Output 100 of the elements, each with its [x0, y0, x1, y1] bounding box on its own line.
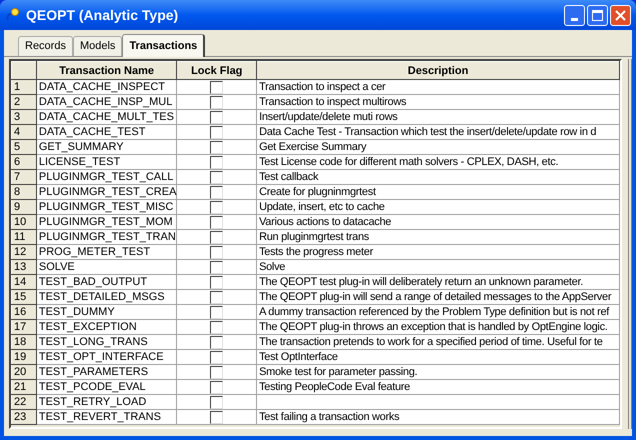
row-number: 12 — [12, 244, 36, 260]
table-cell: DATA_CACHE_INSP_MUL — [36, 94, 177, 110]
row-number: 23 — [12, 410, 36, 424]
table-cell: TEST_DETAILED_MSGS — [36, 290, 177, 304]
close-button[interactable] — [610, 4, 631, 26]
table-cell: PLUGINMGR_TEST_MISC — [36, 200, 177, 214]
row-number: 14 — [12, 274, 36, 290]
checkbox[interactable] — [210, 140, 224, 154]
checkbox[interactable] — [210, 126, 224, 138]
checkbox[interactable] — [210, 156, 224, 168]
table-cell: LICENSE_TEST — [36, 154, 177, 170]
table-cell: SOLVE — [36, 260, 177, 274]
window-title: QEOPT (Analytic Type) — [26, 6, 178, 25]
checkbox[interactable] — [210, 290, 224, 304]
table-cell: PLUGINMGR_TEST_MOM — [36, 214, 177, 230]
table-cell: Test callback — [256, 170, 620, 184]
row-number: 16 — [12, 304, 36, 320]
table-cell: A dummy transaction referenced by the Problem Type definition but is not ref — [256, 304, 620, 320]
table-cell: Insert/update/delete muti rows — [256, 110, 620, 124]
table-cell: Update, insert, etc to cache — [256, 200, 620, 214]
table-cell: TEST_PARAMETERS — [36, 364, 177, 380]
maximize-button[interactable] — [587, 4, 608, 26]
checkbox[interactable] — [210, 336, 224, 348]
table-cell: PLUGINMGR_TEST_CREA — [36, 184, 177, 200]
row-number: 19 — [12, 350, 36, 364]
column-header[interactable]: Lock Flag — [176, 62, 257, 80]
table-cell: TEST_BAD_OUTPUT — [36, 274, 177, 290]
table-cell: TEST_RETRY_LOAD — [36, 394, 177, 410]
row-number: 18 — [12, 334, 36, 350]
checkbox[interactable] — [210, 410, 224, 424]
checkbox[interactable] — [210, 230, 224, 244]
column-header[interactable]: Transaction Name — [36, 62, 177, 80]
row-number: 4 — [12, 124, 36, 140]
table-cell: Get Exercise Summary — [256, 140, 620, 154]
table-cell: TEST_DUMMY — [36, 304, 177, 320]
table-cell: TEST_REVERT_TRANS — [36, 410, 177, 424]
table-cell: Testing PeopleCode Eval feature — [256, 380, 620, 394]
row-number: 9 — [12, 200, 36, 214]
checkbox[interactable] — [210, 170, 224, 184]
tab[interactable]: Transactions — [122, 34, 206, 57]
table-cell: PLUGINMGR_TEST_TRAN — [36, 230, 177, 244]
row-number: 17 — [12, 320, 36, 334]
checkbox[interactable] — [210, 380, 224, 394]
row-number: 22 — [12, 394, 36, 410]
row-number: 2 — [12, 94, 36, 110]
row-number: 11 — [12, 230, 36, 244]
close-icon — [615, 10, 626, 20]
checkbox[interactable] — [210, 200, 224, 214]
table-cell: DATA_CACHE_TEST — [36, 124, 177, 140]
tab[interactable]: Models — [72, 36, 122, 56]
checkbox[interactable] — [210, 350, 224, 364]
table-cell: Create for plugninmgrtest — [256, 184, 620, 200]
table-cell: TEST_OPT_INTERFACE — [36, 350, 177, 364]
table-cell: PLUGINMGR_TEST_CALL — [36, 170, 177, 184]
minimize-button[interactable] — [564, 4, 585, 26]
checkbox[interactable] — [210, 110, 224, 124]
column-header[interactable]: Description — [256, 62, 620, 80]
maximize-icon — [592, 10, 603, 20]
table-cell: TEST_EXCEPTION — [36, 320, 177, 334]
checkbox[interactable] — [210, 320, 224, 334]
table-cell: The QEOPT plug-in throws an exception that is handled by OptEngine logic. — [256, 320, 620, 334]
table-cell: Test OptInterface — [256, 350, 620, 364]
row-number: 13 — [12, 260, 36, 274]
row-number: 1 — [12, 80, 36, 94]
checkbox[interactable] — [210, 246, 224, 258]
checkbox[interactable] — [210, 396, 224, 408]
table-cell: TEST_LONG_TRANS — [36, 334, 177, 350]
app-icon — [5, 7, 21, 23]
table-cell: Run pluginmgrtest trans — [256, 230, 620, 244]
table-cell: PROG_METER_TEST — [36, 244, 177, 260]
row-number: 5 — [12, 140, 36, 154]
table-cell: The QEOPT test plug-in will deliberately return an unknown parameter. — [256, 274, 620, 290]
table-cell: Solve — [256, 260, 620, 274]
table-cell: Transaction to inspect multirows — [256, 94, 620, 110]
row-number: 6 — [12, 154, 36, 170]
table-cell: GET_SUMMARY — [36, 140, 177, 154]
table-cell: DATA_CACHE_INSPECT — [36, 80, 177, 94]
row-number: 10 — [12, 214, 36, 230]
table-cell: Various actions to datacache — [256, 214, 620, 230]
tab[interactable]: Records — [18, 36, 73, 56]
row-number: 15 — [12, 290, 36, 304]
checkbox[interactable] — [210, 96, 224, 108]
checkbox[interactable] — [210, 306, 224, 318]
table-cell: The QEOPT plug-in will send a range of detailed messages to the AppServer — [256, 290, 620, 304]
table-cell: Test License code for different math solvers - CPLEX, DASH, etc. — [256, 154, 620, 170]
row-number: 21 — [12, 380, 36, 394]
table-cell: Smoke test for parameter passing. — [256, 364, 620, 380]
checkbox[interactable] — [210, 216, 224, 228]
table-cell: Tests the progress meter — [256, 244, 620, 260]
table-cell: Test failing a transaction works — [256, 410, 620, 424]
checkbox[interactable] — [210, 260, 224, 274]
checkbox[interactable] — [210, 80, 224, 94]
table-cell: DATA_CACHE_MULT_TES — [36, 110, 177, 124]
checkbox[interactable] — [210, 366, 224, 378]
checkbox[interactable] — [210, 276, 224, 288]
row-number: 20 — [12, 364, 36, 380]
checkbox[interactable] — [210, 186, 224, 198]
row-number: 8 — [12, 184, 36, 200]
minimize-icon — [571, 18, 578, 20]
table-cell: Data Cache Test - Transaction which test the insert/delete/update row in d — [256, 124, 620, 140]
